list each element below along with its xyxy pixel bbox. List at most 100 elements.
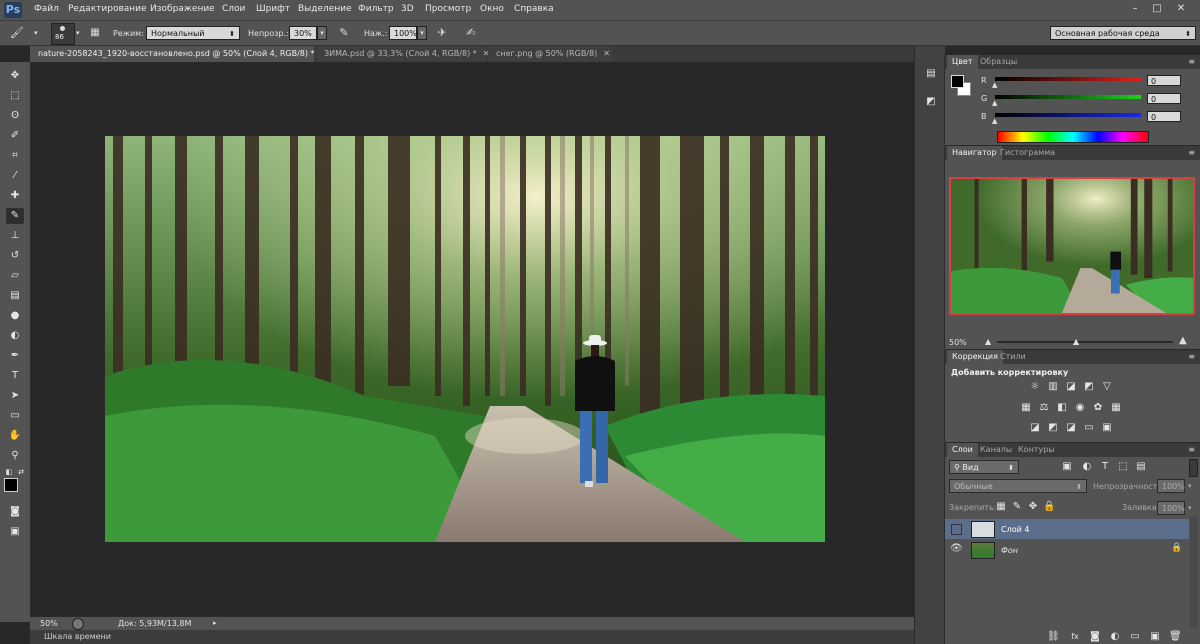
black-white-icon[interactable]: ◧ [1056,402,1068,414]
lock-transparent-icon[interactable]: ▦ [995,501,1007,513]
exposure-icon[interactable]: ◩ [1083,381,1095,393]
crop-tool-icon[interactable]: ⌗ [6,148,24,164]
slider-thumb-icon[interactable]: ▲ [992,81,997,89]
filter-type-icon[interactable]: T [1099,461,1111,473]
navigator-zoom-slider[interactable] [997,341,1173,343]
menu-file[interactable]: Файл [34,4,59,14]
menu-help[interactable]: Справка [514,4,554,14]
tab-document-sneg[interactable]: снег.png @ 50% (RGB/8) ✕ [488,46,612,62]
foreground-color-swatch[interactable] [951,75,964,88]
navigator-zoom-value[interactable]: 50% [949,338,967,347]
layer-row[interactable]: 👁 Фон 🔒 [945,540,1189,560]
posterize-icon[interactable]: ◩ [1047,422,1059,434]
panel-menu-icon[interactable]: ≡ [1188,445,1195,454]
tab-styles[interactable]: Стили [995,350,1031,364]
gradient-tool-icon[interactable]: ▤ [6,288,24,304]
slider-thumb-icon[interactable]: ▲ [992,117,997,125]
share-icon[interactable] [72,618,84,630]
zoom-in-icon[interactable]: ▲ [1179,335,1187,346]
foreground-color-swatch[interactable] [4,478,18,492]
menu-3d[interactable]: 3D [401,4,414,14]
navigator-preview[interactable] [949,177,1195,315]
filter-adjustment-icon[interactable]: ◐ [1081,461,1093,473]
opacity-input[interactable]: 30% [289,26,317,40]
hand-tool-icon[interactable]: ✋ [6,428,24,444]
close-icon[interactable]: ✕ [1174,3,1188,15]
tab-paths[interactable]: Контуры [1013,443,1060,457]
new-group-icon[interactable]: ▭ [1129,631,1141,643]
vibrance-icon[interactable]: ▽ [1101,381,1113,393]
rectangle-tool-icon[interactable]: ▭ [6,408,24,424]
zoom-level[interactable]: 50% [40,619,58,628]
brush-size-picker[interactable]: 86 [51,23,75,45]
lock-position-icon[interactable]: ✥ [1027,501,1039,513]
marquee-tool-icon[interactable]: ⬚ [6,88,24,104]
screen-mode-icon[interactable]: ▣ [6,524,24,540]
type-tool-icon[interactable]: T [6,368,24,384]
chevron-down-icon[interactable]: ▾ [1188,482,1192,490]
zoom-out-icon[interactable]: ▲ [985,337,991,346]
threshold-icon[interactable]: ◪ [1065,422,1077,434]
gradient-map-icon[interactable]: ▭ [1083,422,1095,434]
pressure-dropdown-button[interactable]: ▾ [417,26,427,40]
history-panel-icon[interactable]: ▤ [922,66,940,82]
curves-icon[interactable]: ◪ [1065,381,1077,393]
lasso-tool-icon[interactable]: ʘ [6,108,24,124]
tab-navigator[interactable]: Навигатор [947,146,1002,160]
green-value-input[interactable]: 0 [1147,93,1181,104]
mode-select[interactable]: Нормальный ⬍ [146,26,240,40]
opacity-dropdown-button[interactable]: ▾ [317,26,327,40]
properties-panel-icon[interactable]: ◩ [922,94,940,110]
red-slider[interactable] [995,77,1141,81]
filter-pixel-icon[interactable]: ▣ [1061,461,1073,473]
menu-filter[interactable]: Фильтр [358,4,394,14]
layer-name[interactable]: Фон [1001,546,1018,555]
eraser-tool-icon[interactable]: ▱ [6,268,24,284]
brush-panel-icon[interactable]: ▦ [86,24,104,42]
slider-thumb-icon[interactable]: ▲ [992,99,997,107]
tab-layers[interactable]: Слои [947,443,978,457]
eye-icon[interactable]: 👁 [950,543,963,554]
menu-type[interactable]: Шрифт [256,4,290,14]
close-tab-icon[interactable]: ✕ [603,49,610,58]
zoom-tool-icon[interactable]: ⚲ [6,448,24,464]
invert-icon[interactable]: ◪ [1029,422,1041,434]
pen-tool-icon[interactable]: ✒ [6,348,24,364]
chevron-down-icon[interactable]: ▾ [1188,504,1192,512]
layers-scrollbar[interactable] [1190,517,1198,627]
layer-row-selected[interactable]: Слой 4 [945,519,1189,539]
brush-tool-icon[interactable]: 🖌 [8,24,26,42]
lock-pixels-icon[interactable]: ✎ [1011,501,1023,513]
layer-name[interactable]: Слой 4 [1001,525,1029,534]
filter-toggle-switch[interactable] [1189,459,1198,477]
dodge-tool-icon[interactable]: ◐ [6,328,24,344]
menu-select[interactable]: Выделение [298,4,352,14]
healing-brush-tool-icon[interactable]: ✚ [6,188,24,204]
maximize-icon[interactable]: □ [1150,3,1164,15]
tab-histogram[interactable]: Гистограмма [995,146,1060,160]
tab-document-zima[interactable]: ЗИМА.psd @ 33,3% (Слой 4, RGB/8) * ✕ [316,46,489,62]
photo-filter-icon[interactable]: ◉ [1074,402,1086,414]
clone-stamp-tool-icon[interactable]: ⊥ [6,228,24,244]
tab-color[interactable]: Цвет [947,55,978,69]
delete-layer-icon[interactable]: 🗑 [1169,631,1182,643]
link-layers-icon[interactable]: ⛓ [1047,631,1060,643]
new-layer-icon[interactable]: ▣ [1149,631,1161,643]
new-adjustment-layer-icon[interactable]: ◐ [1109,631,1121,643]
quick-mask-icon[interactable]: ◙ [6,504,24,520]
color-lookup-icon[interactable]: ▦ [1110,402,1122,414]
quick-selection-tool-icon[interactable]: ✐ [6,128,24,144]
menu-edit[interactable]: Редактирование [68,4,147,14]
workspace-select[interactable]: Основная рабочая среда ⬍ [1050,26,1196,40]
hue-saturation-icon[interactable]: ▦ [1020,402,1032,414]
tool-preset-arrow-icon[interactable]: ▾ [34,29,38,37]
layer-style-icon[interactable]: fx [1069,631,1081,643]
menu-view[interactable]: Просмотр [425,4,471,14]
history-brush-tool-icon[interactable]: ↺ [6,248,24,264]
channel-mixer-icon[interactable]: ✿ [1092,402,1104,414]
panel-menu-icon[interactable]: ≡ [1188,57,1195,66]
airbrush-opacity-icon[interactable]: ✎ [335,24,353,42]
status-menu-arrow-icon[interactable]: ▸ [213,619,217,627]
layer-opacity-input[interactable]: 100% [1157,479,1185,493]
levels-icon[interactable]: ▥ [1047,381,1059,393]
